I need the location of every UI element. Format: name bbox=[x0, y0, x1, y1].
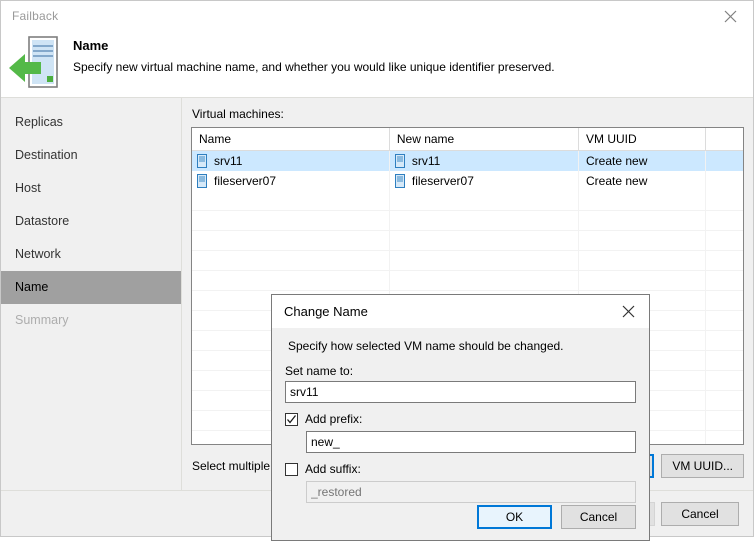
page-title: Name bbox=[73, 38, 109, 53]
cell-vm-uuid: Create new bbox=[578, 170, 707, 191]
virtual-machines-label: Virtual machines: bbox=[192, 107, 284, 121]
column-header-spacer[interactable] bbox=[705, 128, 743, 151]
window-title: Failback bbox=[12, 9, 59, 23]
table-empty-row bbox=[192, 190, 743, 211]
prefix-input[interactable] bbox=[306, 431, 636, 453]
sidebar-item-host[interactable]: Host bbox=[1, 172, 181, 205]
add-prefix-label: Add prefix: bbox=[305, 412, 363, 426]
close-icon bbox=[622, 305, 634, 318]
dialog-button-row: OK Cancel bbox=[477, 505, 636, 529]
table-empty-row bbox=[192, 250, 743, 271]
dialog-title: Change Name bbox=[284, 304, 368, 319]
title-bar: Failback bbox=[1, 1, 753, 31]
suffix-input bbox=[306, 481, 636, 503]
wizard-body: Replicas Destination Host Datastore Netw… bbox=[1, 98, 753, 541]
sidebar-item-network[interactable]: Network bbox=[1, 238, 181, 271]
dialog-body: Specify how selected VM name should be c… bbox=[272, 328, 649, 540]
cell-spacer bbox=[706, 171, 743, 191]
table-header-row: Name New name VM UUID bbox=[192, 128, 743, 151]
sidebar-item-replicas[interactable]: Replicas bbox=[1, 106, 181, 139]
table-row[interactable]: fileserver07 fileserver07 Create new bbox=[192, 170, 743, 191]
checkmark-icon bbox=[287, 414, 297, 424]
cancel-button[interactable]: Cancel bbox=[561, 505, 636, 529]
row-name-text: fileserver07 bbox=[214, 173, 277, 188]
add-prefix-checkbox[interactable] bbox=[285, 412, 298, 426]
change-name-dialog: Change Name Specify how selected VM name… bbox=[271, 294, 650, 541]
row-uuid-text: Create new bbox=[586, 173, 648, 188]
table-empty-row bbox=[192, 210, 743, 231]
column-header-new-name[interactable]: New name bbox=[389, 128, 580, 151]
page-subtitle: Specify new virtual machine name, and wh… bbox=[73, 60, 555, 74]
failback-wizard-window: Failback Name Specify new virtual machin… bbox=[0, 0, 754, 541]
column-header-name[interactable]: Name bbox=[192, 128, 390, 151]
server-failback-icon bbox=[9, 36, 58, 88]
sidebar-item-summary: Summary bbox=[15, 313, 69, 327]
add-suffix-checkbox[interactable] bbox=[285, 462, 298, 476]
set-name-input[interactable] bbox=[285, 381, 636, 403]
add-prefix-checkbox-row[interactable]: Add prefix: bbox=[285, 412, 636, 426]
vm-icon bbox=[197, 173, 207, 188]
window-close-button[interactable] bbox=[708, 2, 753, 31]
sidebar-item-datastore[interactable]: Datastore bbox=[1, 205, 181, 238]
vm-icon bbox=[394, 153, 405, 168]
close-icon bbox=[724, 10, 737, 22]
sidebar-item-name[interactable]: Name bbox=[1, 271, 181, 304]
cell-name: srv11 bbox=[192, 150, 390, 171]
header-icon-area bbox=[1, 31, 73, 98]
cell-new-name: fileserver07 bbox=[389, 170, 580, 191]
row-new-name-text: fileserver07 bbox=[411, 173, 474, 188]
cell-new-name: srv11 bbox=[389, 150, 580, 171]
wizard-step-nav: Replicas Destination Host Datastore Netw… bbox=[1, 98, 182, 490]
column-header-vm-uuid[interactable]: VM UUID bbox=[578, 128, 707, 151]
cell-spacer bbox=[705, 150, 743, 171]
dialog-title-bar: Change Name bbox=[272, 295, 649, 328]
set-name-label: Set name to: bbox=[285, 364, 354, 378]
vm-icon bbox=[197, 153, 207, 168]
add-suffix-checkbox-row[interactable]: Add suffix: bbox=[285, 462, 636, 476]
table-empty-row bbox=[192, 270, 743, 291]
header-text-block: Name Specify new virtual machine name, a… bbox=[73, 31, 555, 74]
wizard-header: Name Specify new virtual machine name, a… bbox=[1, 31, 753, 98]
cancel-button[interactable]: Cancel bbox=[661, 501, 739, 526]
row-name-text: srv11 bbox=[214, 153, 243, 168]
add-suffix-label: Add suffix: bbox=[305, 462, 361, 476]
cell-vm-uuid: Create new bbox=[578, 150, 707, 171]
row-uuid-text: Create new bbox=[586, 153, 648, 168]
table-row[interactable]: srv11 srv11 Create new bbox=[192, 150, 743, 171]
cell-name: fileserver07 bbox=[192, 170, 390, 191]
vm-icon bbox=[394, 173, 405, 188]
dialog-description: Specify how selected VM name should be c… bbox=[288, 339, 564, 353]
row-new-name-text: srv11 bbox=[411, 153, 441, 168]
sidebar-item-destination[interactable]: Destination bbox=[1, 139, 181, 172]
ok-button[interactable]: OK bbox=[477, 505, 552, 529]
vm-uuid-button[interactable]: VM UUID... bbox=[661, 454, 744, 478]
dialog-close-button[interactable] bbox=[607, 296, 649, 328]
table-empty-row bbox=[192, 230, 743, 251]
